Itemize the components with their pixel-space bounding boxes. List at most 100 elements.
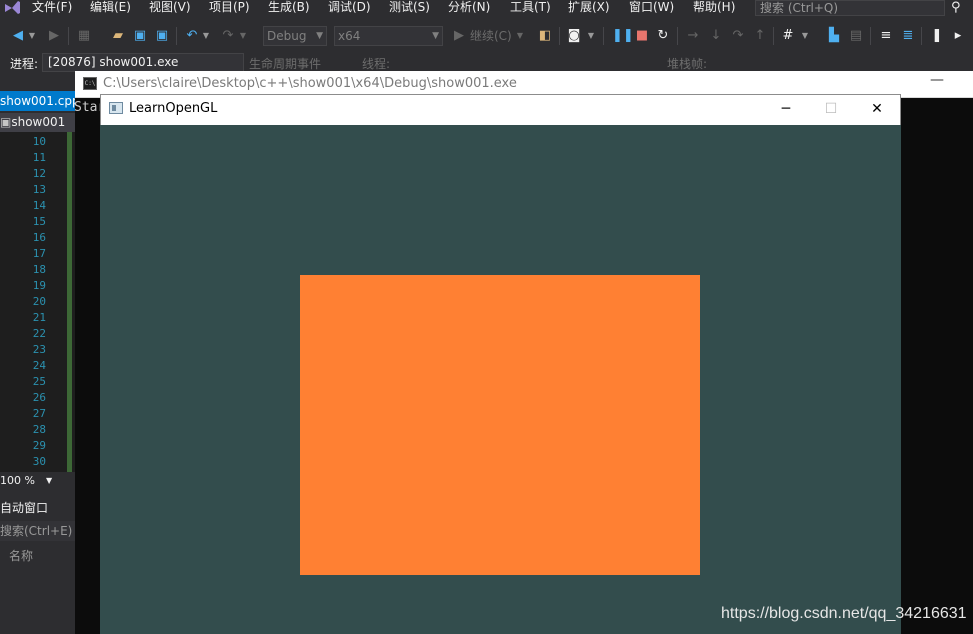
menu-test[interactable]: 测试(S)	[389, 0, 430, 15]
screenshot-dropdown-icon[interactable]: ▼	[586, 27, 596, 45]
watermark: https://blog.csdn.net/qq_34216631	[721, 605, 967, 622]
line-number: 24	[32, 359, 46, 372]
line-number: 20	[32, 295, 46, 308]
line-number: 28	[32, 423, 46, 436]
restart-icon[interactable]: ↻	[655, 27, 671, 45]
continue-icon[interactable]: ▶	[452, 27, 466, 45]
navigation-bar-project[interactable]: ▣show001	[0, 113, 75, 132]
menu-analyze[interactable]: 分析(N)	[448, 0, 490, 15]
disabled-tool-icon[interactable]: ▤	[848, 27, 864, 45]
learnopengl-window-title: LearnOpenGL	[129, 101, 218, 116]
continue-dropdown-icon[interactable]: ▼	[515, 27, 525, 45]
project-name: show001	[11, 115, 66, 129]
menu-debug[interactable]: 调试(D)	[328, 0, 371, 15]
line-number: 11	[32, 151, 46, 164]
comment-lines-icon[interactable]: ≡	[878, 27, 894, 45]
show-next-statement-icon[interactable]: →	[685, 27, 701, 45]
console-app-icon: C:\	[83, 77, 97, 90]
tab-show001-cpp[interactable]: show001.cpp	[0, 91, 75, 111]
line-number: 13	[32, 183, 46, 196]
step-out-icon[interactable]: ↑	[752, 27, 768, 45]
new-project-icon[interactable]: ▦	[76, 27, 92, 45]
console-minimize-button[interactable]: —	[930, 72, 944, 88]
line-number: 25	[32, 375, 46, 388]
bookmark-icon[interactable]: ❚	[929, 27, 945, 45]
process-select[interactable]: [20876] show001.exe	[42, 53, 244, 72]
line-number: 14	[32, 199, 46, 212]
autos-window-title[interactable]: 自动窗口	[0, 499, 75, 517]
toolbar-separator	[870, 27, 871, 45]
window-app-icon	[109, 102, 123, 114]
solution-config-select[interactable]: Debug ▼	[263, 26, 327, 46]
close-button[interactable]: ✕	[854, 96, 900, 122]
quick-search-input[interactable]: 搜索 (Ctrl+Q)	[755, 0, 945, 16]
menu-tools[interactable]: 工具(T)	[510, 0, 551, 15]
autos-search-input[interactable]: 搜索(Ctrl+E)	[0, 521, 75, 541]
menu-window[interactable]: 窗口(W)	[629, 0, 674, 15]
console-output: Start	[74, 100, 100, 115]
redo-dropdown-icon[interactable]: ▼	[238, 27, 248, 45]
menu-help[interactable]: 帮助(H)	[693, 0, 735, 15]
line-number: 30	[32, 455, 46, 468]
line-number: 27	[32, 407, 46, 420]
step-over-icon[interactable]: ↷	[730, 27, 746, 45]
chevron-down-icon: ▼	[46, 476, 53, 485]
back-icon[interactable]: ◀	[10, 27, 26, 45]
hex-dropdown-icon[interactable]: ▼	[800, 27, 810, 45]
line-number: 26	[32, 391, 46, 404]
continue-button[interactable]: 继续(C)	[470, 27, 512, 45]
menu-project[interactable]: 项目(P)	[209, 0, 250, 15]
redo-icon[interactable]: ↷	[220, 27, 236, 45]
breakpoint-window-icon[interactable]: ▙	[826, 27, 842, 45]
search-icon[interactable]: ⚲	[951, 0, 961, 15]
chevron-down-icon: ▼	[432, 31, 439, 41]
undo-icon[interactable]: ↶	[184, 27, 200, 45]
menu-file[interactable]: 文件(F)	[32, 0, 72, 15]
toolbar-separator	[68, 27, 69, 45]
open-folder-icon[interactable]: ▰	[110, 27, 126, 45]
line-number: 23	[32, 343, 46, 356]
line-number: 12	[32, 167, 46, 180]
chevron-down-icon: ▼	[316, 31, 323, 41]
maximize-button[interactable]: ☐	[808, 96, 854, 122]
toolbar-separator	[677, 27, 678, 45]
screenshot-icon[interactable]: ◙	[566, 27, 582, 45]
line-number: 21	[32, 311, 46, 324]
line-number: 15	[32, 215, 46, 228]
menu-build[interactable]: 生成(B)	[268, 0, 310, 15]
toolbar-separator	[559, 27, 560, 45]
stop-icon[interactable]: ■	[634, 27, 650, 45]
process-label: 进程:	[10, 57, 39, 71]
line-number: 17	[32, 247, 46, 260]
back-dropdown-icon[interactable]: ▼	[27, 27, 37, 45]
change-tracking-bar	[67, 132, 72, 472]
undo-dropdown-icon[interactable]: ▼	[201, 27, 211, 45]
console-title: C:\Users\claire\Desktop\c++\show001\x64\…	[103, 76, 517, 91]
pause-icon[interactable]: ❚❚	[612, 27, 634, 45]
step-into-icon[interactable]: ↓	[708, 27, 724, 45]
toolbar-separator	[773, 27, 774, 45]
orange-rectangle	[300, 275, 700, 575]
column-header-name[interactable]: 名称	[9, 547, 33, 564]
menu-extensions[interactable]: 扩展(X)	[568, 0, 610, 15]
platform-select[interactable]: x64 ▼	[334, 26, 443, 46]
line-number: 29	[32, 439, 46, 452]
zoom-select[interactable]: 100 % ▼	[0, 472, 70, 489]
toolbar-separator	[603, 27, 604, 45]
line-number: 10	[32, 135, 46, 148]
visual-studio-logo-icon	[5, 1, 20, 14]
uncomment-lines-icon[interactable]: ≣	[900, 27, 916, 45]
save-icon[interactable]: ▣	[132, 27, 148, 45]
hex-display-icon[interactable]: #	[780, 27, 796, 45]
line-number: 18	[32, 263, 46, 276]
menu-view[interactable]: 视图(V)	[149, 0, 191, 15]
menu-edit[interactable]: 编辑(E)	[90, 0, 131, 15]
attach-process-icon[interactable]: ◧	[537, 27, 553, 45]
toolbar-separator	[921, 27, 922, 45]
toolbar-overflow-icon[interactable]: ▸	[950, 27, 966, 45]
line-number: 19	[32, 279, 46, 292]
minimize-button[interactable]: ─	[763, 96, 809, 122]
line-number: 16	[32, 231, 46, 244]
forward-icon[interactable]: ▶	[46, 27, 62, 45]
save-all-icon[interactable]: ▣	[154, 27, 170, 45]
